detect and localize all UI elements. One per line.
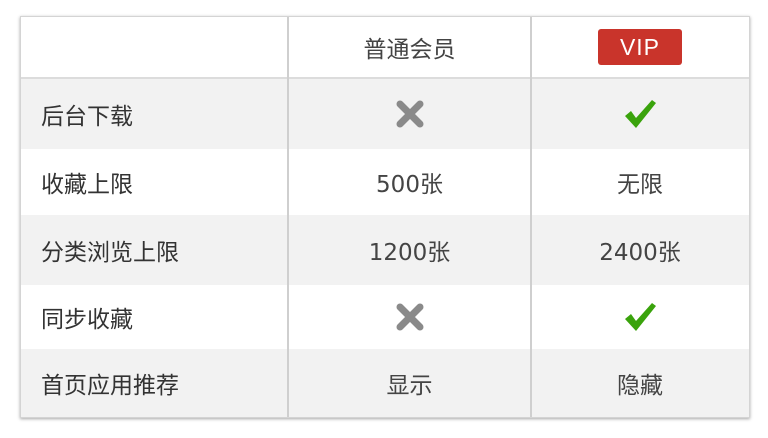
normal-value: 1200张 — [368, 240, 451, 266]
table-header-row: 普通会员 VIP — [21, 17, 749, 77]
vip-value: 隐藏 — [617, 373, 663, 399]
cross-icon — [396, 303, 423, 331]
header-vip-cell: VIP — [531, 17, 749, 77]
feature-label: 后台下载 — [41, 104, 133, 130]
header-feature-cell — [21, 17, 288, 77]
feature-label: 首页应用推荐 — [41, 373, 179, 399]
feature-label: 收藏上限 — [41, 172, 133, 198]
table-row: 分类浏览上限 1200张 2400张 — [21, 215, 749, 285]
table-row: 后台下载 — [21, 79, 749, 149]
vip-badge: VIP — [598, 29, 682, 65]
header-normal-member: 普通会员 — [363, 37, 456, 63]
cross-icon — [396, 100, 423, 128]
table-row: 同步收藏 — [21, 285, 749, 349]
column-divider — [530, 17, 532, 417]
membership-comparison-table: 普通会员 VIP 后台下载 收藏上限 500张 无限 分类浏览上限 1200张 … — [20, 16, 750, 418]
vip-value — [531, 79, 749, 149]
check-icon — [625, 303, 656, 331]
normal-value — [288, 285, 531, 349]
feature-label: 同步收藏 — [41, 307, 133, 333]
normal-value: 500张 — [376, 172, 443, 198]
column-divider — [287, 17, 289, 417]
vip-value: 无限 — [617, 172, 663, 198]
feature-label: 分类浏览上限 — [41, 240, 179, 266]
table-row: 收藏上限 500张 无限 — [21, 149, 749, 215]
normal-value — [288, 79, 531, 149]
vip-value — [531, 285, 749, 349]
vip-value: 2400张 — [599, 240, 681, 266]
normal-value: 显示 — [386, 373, 433, 399]
table-row: 首页应用推荐 显示 隐藏 — [21, 349, 749, 417]
check-icon — [625, 100, 656, 128]
